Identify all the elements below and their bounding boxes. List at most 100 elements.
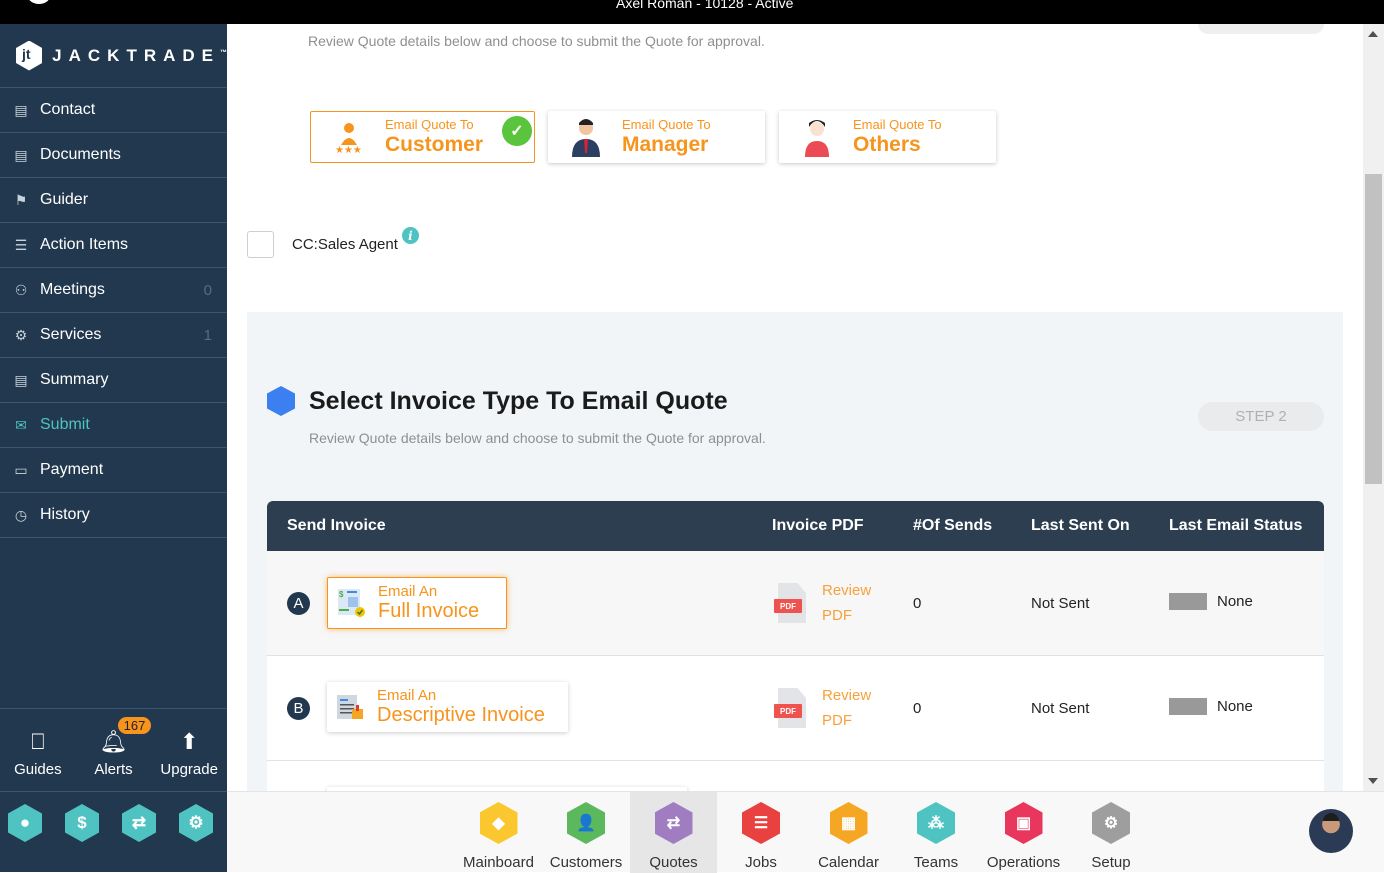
sidebar-nav: ▤ Contact ▤ Documents ⚑ Guider ☰ Action Items ⚇ M… <box>0 88 227 538</box>
last-sent-on: Not Sent <box>1031 700 1090 717</box>
upgrade-arrow-icon: ⬆ <box>179 729 199 754</box>
step1-description: Review Quote details below and choose to… <box>308 33 765 49</box>
calendar-hex-icon: ▦ <box>829 802 868 844</box>
bottom-nav-teams[interactable]: ⁂ Teams <box>893 792 980 873</box>
profile-avatar[interactable] <box>1309 809 1353 853</box>
row-letter-badge: A <box>287 592 310 615</box>
bottom-nav-customers[interactable]: 👤 Customers <box>543 792 630 873</box>
col-invoice-pdf: Invoice PDF <box>772 517 864 534</box>
bottom-nav-mainboard[interactable]: ◆ Mainboard <box>455 792 542 873</box>
descriptive-invoice-icon <box>337 695 363 719</box>
brand-name: JACKTRADE <box>52 45 220 65</box>
bottom-nav-label: Teams <box>913 854 959 871</box>
sidebar-item-label: Meetings <box>40 281 105 298</box>
table-row: A $ Email An Full Invoice PDF Review PDF 0… <box>267 551 1324 656</box>
bottom-nav-jobs[interactable]: ☰ Jobs <box>718 792 805 873</box>
col-last-email-status: Last Email Status <box>1169 517 1303 534</box>
selected-check-icon: ✓ <box>502 116 532 146</box>
bottom-nav-quotes[interactable]: ⇄ Quotes <box>630 792 717 873</box>
sidebar-item-label: Summary <box>40 371 109 388</box>
email-full-invoice-button[interactable]: $ Email An Full Invoice <box>327 577 507 629</box>
scrollbar-thumb[interactable] <box>1365 174 1382 484</box>
sends-count: 0 <box>913 595 922 612</box>
sidebar-item-label: History <box>40 506 90 523</box>
vertical-scrollbar[interactable] <box>1363 24 1384 791</box>
workflow-hex-icon[interactable]: ⚙ <box>179 804 213 842</box>
dollar-hex-icon[interactable]: $ <box>65 804 99 842</box>
sidebar-item-count: 1 <box>203 326 212 344</box>
col-last-sent: Last Sent On <box>1031 517 1130 534</box>
alerts-count-badge: 167 <box>117 717 152 734</box>
signpost-icon: ⚑ <box>14 191 28 208</box>
jobs-hex-icon: ☰ <box>742 802 780 844</box>
last-sent-on: Not Sent <box>1031 595 1090 612</box>
sidebar-item-guider[interactable]: ⚑ Guider <box>0 178 227 223</box>
table-row: B Email An Descriptive Invoice PDF Review… <box>267 656 1324 761</box>
operations-hex-icon: ▣ <box>1004 802 1043 844</box>
sidebar-item-history[interactable]: ◷ History <box>0 493 227 538</box>
others-avatar-icon <box>795 115 839 159</box>
section-description: Review Quote details below and choose to… <box>309 430 766 446</box>
review-pdf-link[interactable]: Review PDF <box>822 683 871 733</box>
brand-logo[interactable]: JACKTRADE™ <box>0 24 227 88</box>
sidebar-item-services[interactable]: ⚙ Services 1 <box>0 313 227 358</box>
mainboard-hex-icon: ◆ <box>479 802 518 844</box>
invoice-type-section: Select Invoice Type To Email Quote Revie… <box>247 312 1343 791</box>
sidebar-item-label: Guider <box>40 191 89 208</box>
info-icon[interactable]: i <box>401 227 419 244</box>
history-icon: ◷ <box>14 506 28 523</box>
cc-sales-agent-checkbox[interactable] <box>247 231 274 258</box>
scroll-down-arrow-icon[interactable] <box>1368 778 1378 784</box>
contact-book-icon: ▤ <box>14 101 28 118</box>
last-email-status: None <box>1217 698 1253 715</box>
services-icon: ⚙ <box>14 326 28 343</box>
section-title: Select Invoice Type To Email Quote <box>309 387 728 415</box>
sidebar-item-payment[interactable]: ▭ Payment <box>0 448 227 493</box>
upgrade-button[interactable]: ⬆ Upgrade <box>151 709 227 791</box>
email-quote-customer-button[interactable]: ★★★ Email Quote To Customer ✓ <box>310 111 535 163</box>
sidebar-item-documents[interactable]: ▤ Documents <box>0 133 227 178</box>
sidebar: JACKTRADE™ ▤ Contact ▤ Documents ⚑ Guider ☰ Act… <box>0 24 227 872</box>
email-quote-others-button[interactable]: Email Quote To Others <box>779 111 996 163</box>
title-bar: Axel Roman - 10128 - Active <box>0 0 1384 24</box>
customers-hex-icon: 👤 <box>567 802 605 844</box>
sidebar-item-submit[interactable]: ✉ Submit <box>0 403 227 448</box>
pdf-file-icon[interactable]: PDF <box>774 688 808 730</box>
quotes-hex-icon[interactable]: ⇄ <box>122 804 156 842</box>
scroll-up-arrow-icon[interactable] <box>1368 31 1378 37</box>
sidebar-item-meetings[interactable]: ⚇ Meetings 0 <box>0 268 227 313</box>
row-letter-badge: B <box>287 697 310 720</box>
bottom-nav-setup[interactable]: ⚙ Setup <box>1068 792 1155 873</box>
pdf-file-icon[interactable]: PDF <box>774 583 808 625</box>
bottom-nav-calendar[interactable]: ▦ Calendar <box>805 792 892 873</box>
sidebar-utility-bar: ⎕ Guides 167 🔔︎ Alerts ⬆ Upgrade <box>0 708 227 792</box>
bottom-nav-label: Calendar <box>818 854 879 871</box>
guides-button[interactable]: ⎕ Guides <box>0 709 76 791</box>
email-descriptive-invoice-button[interactable]: Email An Descriptive Invoice <box>327 682 568 732</box>
sidebar-item-count: 0 <box>203 281 212 299</box>
jacktrade-logo-icon <box>16 40 43 71</box>
user-hex-icon[interactable]: ● <box>8 804 42 842</box>
alerts-button[interactable]: 167 🔔︎ Alerts <box>76 709 152 791</box>
review-pdf-link[interactable]: Review PDF <box>822 578 871 628</box>
summary-icon: ▤ <box>14 371 28 388</box>
section-hexagon-icon <box>267 386 295 416</box>
bottom-nav-operations[interactable]: ▣ Operations <box>980 792 1067 873</box>
bottom-nav-label: Customers <box>549 854 623 871</box>
clipboard-icon: ☰ <box>14 236 28 253</box>
sidebar-item-label: Services <box>40 326 102 343</box>
main-content: Review Quote details below and choose to… <box>227 24 1363 791</box>
bottom-nav-label: Mainboard <box>463 854 534 871</box>
submit-mail-icon: ✉ <box>15 416 27 433</box>
step-2-badge: STEP 2 <box>1198 402 1324 431</box>
svg-text:$: $ <box>339 590 344 599</box>
sends-count: 0 <box>913 700 922 717</box>
sidebar-item-contact[interactable]: ▤ Contact <box>0 88 227 133</box>
sidebar-item-summary[interactable]: ▤ Summary <box>0 358 227 403</box>
sidebar-item-label: Documents <box>40 146 121 163</box>
email-quote-manager-button[interactable]: Email Quote To Manager <box>548 111 765 163</box>
payment-card-icon: ▭ <box>14 461 28 478</box>
cc-sales-agent-label: CC:Sales Agent <box>292 236 398 253</box>
sidebar-item-action-items[interactable]: ☰ Action Items <box>0 223 227 268</box>
svg-text:★★★: ★★★ <box>335 145 362 155</box>
